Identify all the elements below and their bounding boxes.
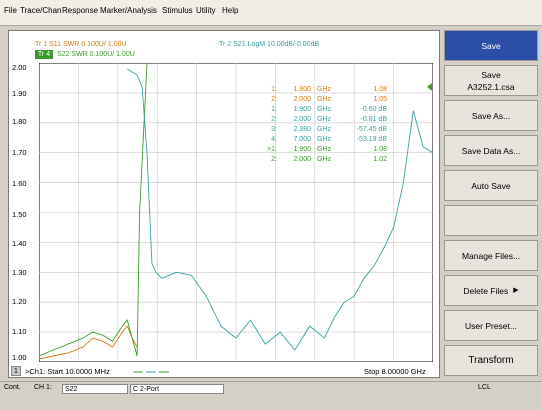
y-tick: 1.20 — [12, 297, 27, 306]
y-tick: 1.50 — [12, 210, 27, 219]
marker-unit: GHz — [317, 96, 331, 103]
marker-value: -0.81 dB — [360, 116, 387, 123]
trace-4-header[interactable]: S22 SWR 0.100U/ 1.00U — [57, 51, 135, 58]
y-tick: 1.40 — [12, 239, 27, 248]
auto-save-label: Auto Save — [471, 180, 511, 191]
active-channel: CH 1: — [34, 384, 52, 391]
marker-value: -0.60 dB — [360, 106, 387, 113]
save-as-label: Save As... — [471, 110, 511, 121]
trace-1-header[interactable]: Tr 1 S11 SWR 0.100U/ 1.00U — [35, 41, 126, 48]
marker-frequency: 2.000 — [293, 96, 311, 103]
series-line-s11 — [39, 325, 138, 360]
marker-frequency: 2.000 — [293, 156, 311, 163]
marker-value: 1.05 — [373, 96, 387, 103]
marker-id: 3: — [271, 126, 277, 133]
menu-stimulus[interactable]: Stimulus — [162, 6, 193, 15]
marker-frequency: 7.000 — [293, 136, 311, 143]
marker-unit: GHz — [317, 126, 331, 133]
marker-id: 2: — [271, 116, 277, 123]
transform-label: Transform — [468, 354, 514, 366]
user-preset-button[interactable]: User Preset... — [444, 310, 538, 341]
marker-frequency: 1.900 — [293, 106, 311, 113]
auto-save-button[interactable]: Auto Save — [444, 170, 538, 201]
save-as-button[interactable]: Save As... — [444, 100, 538, 131]
series-line-s22 — [39, 63, 148, 357]
status-bar: Cont. CH 1: S22 C 2-Port LCL — [0, 381, 542, 395]
marker-value: -57.45 dB — [356, 126, 387, 133]
save-label: Save — [481, 40, 501, 51]
submenu-arrow-icon: ▶ — [513, 286, 519, 294]
y-tick: 1.60 — [12, 179, 27, 188]
marker-value: 1.08 — [373, 146, 387, 153]
marker-id: 2: — [271, 156, 277, 163]
marker-frequency: 1.900 — [293, 86, 311, 93]
stop-frequency[interactable]: Stop 8.00000 GHz — [364, 367, 426, 376]
marker-id: 1: — [271, 86, 277, 93]
save-data-as-label: Save Data As... — [461, 145, 521, 156]
menu-response[interactable]: Response — [62, 6, 98, 15]
reference-level-marker — [427, 82, 432, 91]
marker-unit: GHz — [317, 156, 331, 163]
marker-readout: 1: 1.900 GHz 1.08 2: 2.000 GHz 1.05 1: 1.900 GHz -0… — [259, 86, 389, 196]
measurement-screen: Tr 1 S11 SWR 0.100U/ 1.00U Tr 4 S22 SWR … — [8, 30, 440, 378]
menu-trace-chan[interactable]: Trace/Chan — [20, 6, 62, 15]
legend-marks — [133, 371, 169, 373]
marker-value: 1.02 — [373, 156, 387, 163]
user-preset-label: User Preset... — [465, 320, 517, 331]
y-tick: 2.00 — [12, 63, 27, 72]
marker-id: 2: — [271, 96, 277, 103]
channel-number-box[interactable]: 1 — [11, 366, 21, 376]
marker-id: 4: — [271, 136, 277, 143]
y-tick: 1.30 — [12, 268, 27, 277]
marker-id: >1: — [267, 146, 277, 153]
marker-frequency: 2.000 — [293, 116, 311, 123]
channel-footer: 1 >Ch1: Start 10.0000 MHz Stop 8.00000 G… — [9, 365, 439, 378]
marker-unit: GHz — [317, 116, 331, 123]
marker-id: 1: — [271, 106, 277, 113]
calibration-field[interactable]: C 2-Port — [130, 384, 224, 394]
marker-unit: GHz — [317, 86, 331, 93]
marker-value: -53.19 dB — [356, 136, 387, 143]
delete-files-button[interactable]: Delete Files ▶ — [444, 275, 538, 306]
remote-status: LCL — [478, 384, 491, 391]
manage-files-button[interactable]: Manage Files... — [444, 240, 538, 271]
menu-utility[interactable]: Utility — [196, 6, 216, 15]
marker-unit: GHz — [317, 146, 331, 153]
marker-unit: GHz — [317, 136, 331, 143]
save-menu-button[interactable]: Save — [444, 30, 538, 61]
menu-file[interactable]: File — [4, 6, 17, 15]
trace-2-header[interactable]: Tr 2 S21 LogM 10.00dB/ 0.00dB — [219, 41, 319, 48]
save-file-title: Save — [481, 69, 501, 80]
delete-files-label: Delete Files — [463, 285, 509, 296]
active-parameter-field[interactable]: S22 — [62, 384, 128, 394]
marker-unit: GHz — [317, 106, 331, 113]
y-tick: 1.00 — [12, 353, 27, 362]
save-file-button[interactable]: Save A3252.1.csa — [444, 65, 538, 96]
menu-marker-analysis[interactable]: Marker/Analysis — [100, 6, 157, 15]
trace-4-label[interactable]: Tr 4 — [35, 50, 53, 59]
menu-help[interactable]: Help — [222, 6, 238, 15]
marker-frequency: 1.900 — [293, 146, 311, 153]
marker-value: 1.08 — [373, 86, 387, 93]
y-tick: 1.10 — [12, 327, 27, 336]
manage-files-label: Manage Files... — [461, 250, 521, 261]
blank-softkey[interactable] — [444, 205, 538, 236]
y-tick: 1.70 — [12, 148, 27, 157]
save-file-name: A3252.1.csa — [467, 81, 515, 92]
transform-button[interactable]: Transform — [444, 345, 538, 376]
menu-bar: File Trace/Chan Response Marker/Analysis… — [0, 0, 542, 26]
marker-frequency: 2.380 — [293, 126, 311, 133]
save-data-as-button[interactable]: Save Data As... — [444, 135, 538, 166]
y-tick: 1.80 — [12, 117, 27, 126]
start-frequency[interactable]: >Ch1: Start 10.0000 MHz — [25, 367, 110, 376]
y-tick: 1.90 — [12, 89, 27, 98]
sweep-mode: Cont. — [4, 384, 21, 391]
